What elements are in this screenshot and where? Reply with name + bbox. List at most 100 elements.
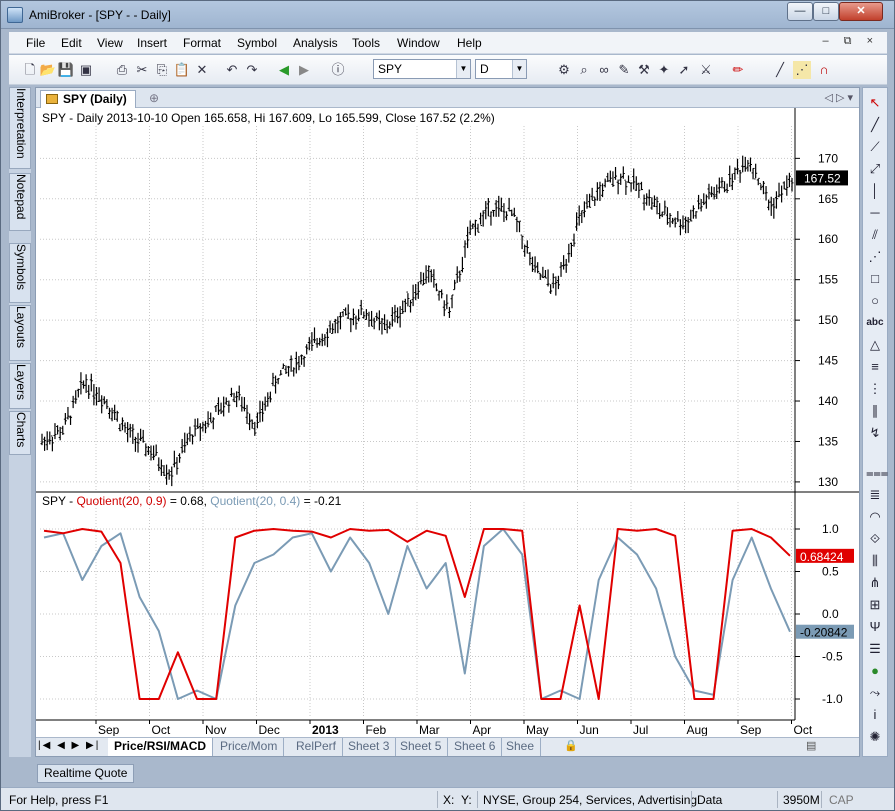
tab-symbols[interactable]: Symbols: [9, 243, 31, 303]
line-tool-icon[interactable]: ╱: [771, 61, 789, 79]
arrow-tool-icon[interactable]: ⤳: [866, 684, 884, 702]
horizontal-scrollbar[interactable]: ▤: [806, 739, 817, 752]
menu-view[interactable]: View: [97, 36, 123, 50]
sun-icon[interactable]: ✺: [866, 728, 884, 746]
drawing-tools-bar: ↖ ╱ ⟋ ⤢ │ ─ ⫽ ⋰ □ ○ abc △ ≡ ⋮ ∥ ↯ ⩶ ≣ ◠ …: [862, 87, 888, 757]
chevron-down-icon[interactable]: ▼: [456, 60, 470, 78]
menu-window[interactable]: Window: [397, 36, 440, 50]
text-tool-icon[interactable]: abc: [866, 314, 884, 332]
binoculars-icon[interactable]: ∞: [595, 61, 613, 79]
maximize-button[interactable]: □: [813, 2, 839, 21]
pointer-icon[interactable]: ↖: [866, 94, 884, 112]
tab-notepad[interactable]: Notepad: [9, 173, 31, 231]
sheet-tab-relperf[interactable]: RelPerf: [290, 738, 344, 756]
menu-insert[interactable]: Insert: [137, 36, 167, 50]
ray-icon[interactable]: ⟋: [866, 138, 884, 156]
save-all-icon[interactable]: ▣: [77, 61, 95, 79]
info-icon[interactable]: ⓘ: [329, 61, 347, 79]
sheet-tab-more[interactable]: Shee: [500, 738, 542, 756]
chevron-down-icon[interactable]: ▼: [512, 60, 526, 78]
fan-icon[interactable]: ⋰: [866, 248, 884, 266]
menu-analysis[interactable]: Analysis: [293, 36, 338, 50]
save-icon[interactable]: 💾: [57, 61, 75, 79]
cycles-icon[interactable]: ∥: [866, 402, 884, 420]
settings-icon[interactable]: ⚙: [555, 61, 573, 79]
pitchfork-icon[interactable]: Ψ: [866, 618, 884, 636]
tab-nav-icons[interactable]: ◁ ▷ ▾: [824, 91, 853, 104]
zigzag-icon[interactable]: ↯: [866, 424, 884, 442]
paste-icon[interactable]: 📋: [173, 61, 191, 79]
menu-symbol[interactable]: Symbol: [237, 36, 277, 50]
scissors-tool-icon[interactable]: ⚔: [697, 61, 715, 79]
sheet-tab-price-mom[interactable]: Price/Mom: [214, 738, 285, 756]
copy-icon[interactable]: ⎘: [153, 61, 171, 79]
forward-icon[interactable]: ▶: [295, 61, 313, 79]
chart-canvas[interactable]: 170 165 160 155 150 145 140 135 130 SPY - Daily …: [36, 108, 859, 736]
symbol-combo[interactable]: SPY ▼: [373, 59, 471, 79]
interval-combo[interactable]: D ▼: [475, 59, 527, 79]
menu-file[interactable]: File: [26, 36, 45, 50]
fib-retracement-icon[interactable]: ≣: [866, 486, 884, 504]
indicator-header: SPY - Quotient(20, 0.9) = 0.68, Quotient…: [42, 494, 342, 508]
mdi-controls[interactable]: – ⧉ ×: [822, 35, 879, 48]
minimize-button[interactable]: —: [787, 2, 813, 21]
green-circle-icon[interactable]: ●: [866, 662, 884, 680]
vertical-line-icon[interactable]: │: [866, 182, 884, 200]
tab-charts[interactable]: Charts: [9, 411, 31, 455]
tab-interpretation[interactable]: Interpretation: [9, 87, 31, 169]
delete-icon[interactable]: ✕: [193, 61, 211, 79]
timezone-icon[interactable]: ⫼: [866, 552, 884, 570]
sheet-tab-price-rsi-macd[interactable]: Price/RSI/MACD: [108, 738, 214, 756]
hammer-icon[interactable]: ⚒: [635, 61, 653, 79]
add-tab-icon[interactable]: ⊕: [149, 91, 159, 105]
extended-line-icon[interactable]: ⤢: [866, 160, 884, 178]
menu-tools[interactable]: Tools: [352, 36, 380, 50]
sheet-nav-arrows[interactable]: |◀ ◀ ▶ ▶|: [38, 740, 100, 751]
gann-square-icon[interactable]: ⊞: [866, 596, 884, 614]
fib-extension-icon[interactable]: ⩶: [866, 464, 888, 482]
lock-icon[interactable]: 🔒: [564, 739, 578, 752]
sheet-tab-sheet3[interactable]: Sheet 3: [342, 738, 397, 756]
tab-layers-label: Layers: [14, 364, 28, 401]
tab-spy-daily[interactable]: SPY (Daily): [40, 90, 136, 108]
new-file-icon[interactable]: 🗋: [21, 61, 39, 79]
arrow-select-icon[interactable]: ➚: [675, 61, 693, 79]
menu-help[interactable]: Help: [457, 36, 482, 50]
sheet-tab-sheet6[interactable]: Sheet 6: [448, 738, 503, 756]
chart-tool-icon[interactable]: ✎: [615, 61, 633, 79]
status-separator: [477, 791, 478, 808]
realtime-quote-button[interactable]: Realtime Quote: [37, 764, 135, 783]
horizontal-line-icon[interactable]: ─: [866, 204, 884, 222]
dotted-line-tool-icon[interactable]: ⋰: [793, 61, 811, 79]
rectangle-icon[interactable]: □: [866, 270, 884, 288]
fan-lines-icon[interactable]: ⟐: [866, 530, 884, 548]
pen-color-icon[interactable]: ✏: [729, 61, 747, 79]
zoom-icon[interactable]: ⌕: [575, 61, 593, 79]
redo-icon[interactable]: ↷: [243, 61, 261, 79]
triangle-icon[interactable]: △: [866, 336, 884, 354]
levels-icon[interactable]: ☰: [866, 640, 884, 658]
andrews-icon[interactable]: ⋔: [866, 574, 884, 592]
sheet-tab-sheet5[interactable]: Sheet 5: [394, 738, 449, 756]
ellipse-icon[interactable]: ○: [866, 292, 884, 310]
undo-icon[interactable]: ↶: [223, 61, 241, 79]
x-tick-label: Mar: [419, 723, 440, 736]
magnet-icon[interactable]: ∩: [815, 61, 833, 79]
menu-edit[interactable]: Edit: [61, 36, 82, 50]
channel-icon[interactable]: ⫽: [866, 226, 884, 244]
arc-icon[interactable]: ◠: [866, 508, 884, 526]
tab-layouts[interactable]: Layouts: [9, 305, 31, 361]
back-icon[interactable]: ◀: [275, 61, 293, 79]
trendline-icon[interactable]: ╱: [866, 116, 884, 134]
gann-icon[interactable]: ⋮: [866, 380, 884, 398]
close-button[interactable]: ✕: [839, 2, 883, 21]
fibonacci-icon[interactable]: ≡: [866, 358, 884, 376]
wand-icon[interactable]: ✦: [655, 61, 673, 79]
print-icon[interactable]: ⎙: [113, 61, 131, 79]
tab-layers[interactable]: Layers: [9, 363, 31, 409]
cut-icon[interactable]: ✂: [133, 61, 151, 79]
info-tool-icon[interactable]: i: [866, 706, 884, 724]
open-folder-icon[interactable]: 📂: [39, 61, 57, 79]
menu-format[interactable]: Format: [183, 36, 221, 50]
indicator-header-prefix: SPY -: [42, 494, 76, 508]
